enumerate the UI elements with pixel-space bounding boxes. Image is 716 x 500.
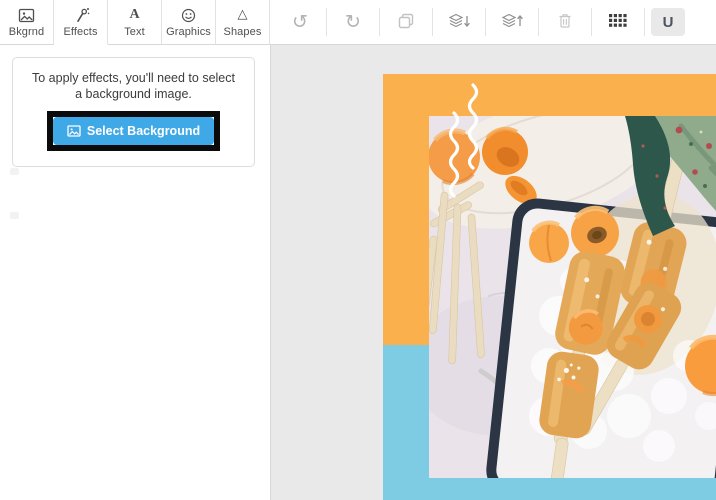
undo-button[interactable]: ↺ (280, 6, 320, 38)
tab-bar: Bkgrnd Effects A Text Graphics △ Shapes (0, 0, 270, 45)
effects-message-line1: To apply effects, you'll need to select (32, 71, 235, 85)
tab-graphics[interactable]: Graphics (162, 0, 216, 45)
move-layer-up-icon (501, 12, 524, 33)
move-layer-down-icon (448, 12, 471, 33)
redo-icon: ↻ (345, 10, 361, 33)
action-toolbar: ↺ ↻ U (270, 0, 716, 45)
squiggle-graphics-layer[interactable] (443, 80, 488, 200)
tab-bkgrnd-label: Bkgrnd (8, 25, 45, 38)
toolbar-separator (326, 8, 327, 36)
effects-message-line2: a background image. (75, 87, 192, 101)
toolbar-separator (379, 8, 380, 36)
move-layer-up-button[interactable] (492, 6, 532, 38)
panel-faint-mark (10, 168, 19, 175)
top-toolbar: Bkgrnd Effects A Text Graphics △ Shapes … (0, 0, 716, 45)
select-background-button[interactable]: Select Background (52, 117, 215, 145)
toolbar-separator (485, 8, 486, 36)
panel-faint-mark (10, 212, 19, 219)
toolbar-separator (538, 8, 539, 36)
toolbar-separator (644, 8, 645, 36)
magic-wand-icon (72, 7, 90, 24)
trash-icon (556, 12, 574, 33)
select-background-label: Select Background (86, 124, 201, 138)
tab-graphics-label: Graphics (166, 25, 211, 38)
letter-a-icon: A (129, 7, 140, 22)
tab-shapes-label: Shapes (223, 25, 262, 38)
duplicate-icon (397, 12, 415, 33)
delete-button[interactable] (545, 6, 585, 38)
tab-effects-label: Effects (63, 25, 98, 38)
grid-icon (609, 14, 627, 30)
tab-bkgrnd[interactable]: Bkgrnd (0, 0, 54, 45)
undo-icon: ↺ (292, 10, 308, 33)
triangle-icon: △ (237, 7, 248, 22)
squiggle-lines (448, 83, 479, 198)
image-icon (18, 7, 35, 24)
magnet-icon: U (662, 13, 674, 31)
image-icon (67, 125, 81, 137)
tab-shapes[interactable]: △ Shapes (216, 0, 270, 45)
smiley-icon (181, 7, 196, 24)
tab-text[interactable]: A Text (108, 0, 162, 45)
effects-sidebar: To apply effects, you'll need to select … (0, 45, 271, 500)
toolbar-separator (591, 8, 592, 36)
tab-text-label: Text (124, 25, 145, 38)
duplicate-button[interactable] (386, 6, 426, 38)
effects-message-card: To apply effects, you'll need to select … (12, 57, 255, 167)
toolbar-separator (432, 8, 433, 36)
design-canvas[interactable] (383, 74, 716, 500)
move-layer-down-button[interactable] (439, 6, 479, 38)
tab-effects[interactable]: Effects (54, 0, 108, 45)
grid-button[interactable] (598, 6, 638, 38)
magnet-snap-button[interactable]: U (651, 8, 685, 36)
tutorial-highlight-frame: Select Background (46, 111, 221, 151)
redo-button[interactable]: ↻ (333, 6, 373, 38)
